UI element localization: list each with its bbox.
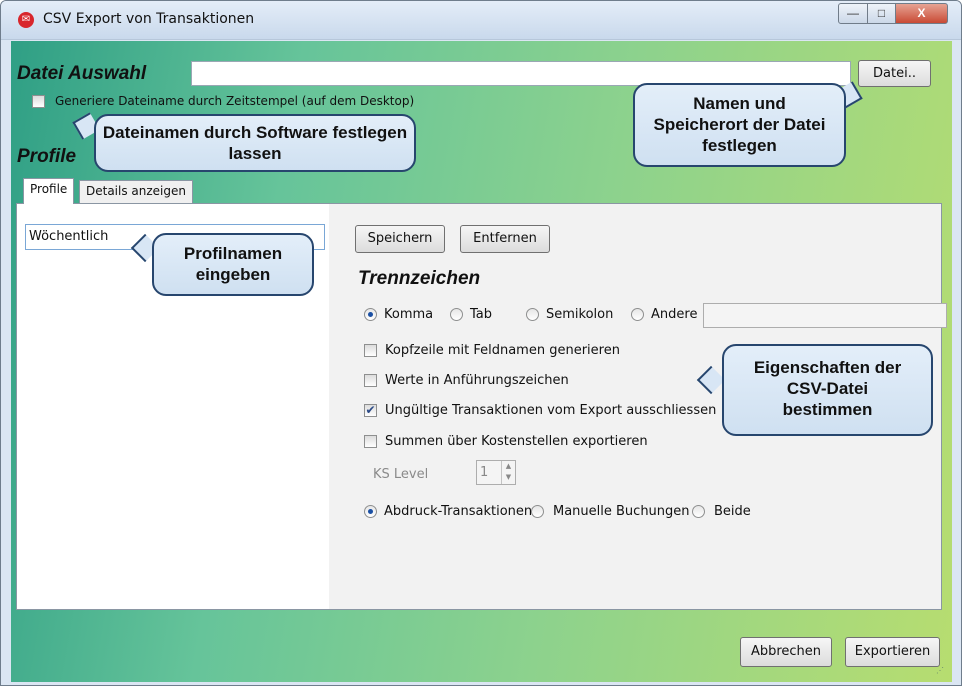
separator-other-input[interactable]: [703, 303, 947, 328]
type-print-radio[interactable]: [364, 505, 377, 518]
title-bar[interactable]: ✉ CSV Export von Transaktionen — □ X: [1, 1, 961, 40]
cost-center-sums-label: Summen über Kostenstellen exportieren: [385, 434, 648, 449]
type-manual-label: Manuelle Buchungen: [553, 504, 690, 519]
callout-properties: Eigenschaften der CSV-Datei bestimmen: [722, 344, 933, 436]
exclude-invalid-checkbox[interactable]: ✔: [364, 404, 377, 417]
callout-filename: Dateinamen durch Software festlegen lass…: [94, 114, 416, 172]
file-section-label: Datei Auswahl: [17, 63, 147, 84]
cancel-button[interactable]: Abbrechen: [740, 637, 832, 667]
separator-tab-radio[interactable]: [450, 308, 463, 321]
browse-file-button[interactable]: Datei..: [858, 60, 931, 87]
separator-other-radio[interactable]: [631, 308, 644, 321]
window-title: CSV Export von Transaktionen: [43, 11, 255, 27]
tab-profile[interactable]: Profile: [23, 178, 75, 204]
header-row-label: Kopfzeile mit Feldnamen generieren: [385, 343, 620, 358]
remove-profile-button[interactable]: Entfernen: [460, 225, 550, 253]
callout-profile: Profilnamen eingeben: [152, 233, 314, 296]
timestamp-filename-checkbox[interactable]: [32, 95, 45, 108]
type-manual-radio[interactable]: [531, 505, 544, 518]
type-both-radio[interactable]: [692, 505, 705, 518]
tab-details[interactable]: Details anzeigen: [79, 180, 193, 203]
separator-tab-label: Tab: [470, 307, 493, 322]
maximize-button[interactable]: □: [867, 3, 896, 24]
separator-semicolon-label: Semikolon: [546, 307, 614, 322]
quoted-values-label: Werte in Anführungszeichen: [385, 373, 569, 388]
export-button[interactable]: Exportieren: [845, 637, 940, 667]
csv-export-window: ✉ CSV Export von Transaktionen — □ X Dat…: [0, 0, 962, 686]
resize-grip-icon[interactable]: ⋰: [936, 666, 948, 678]
quoted-values-checkbox[interactable]: [364, 374, 377, 387]
profile-section-label: Profile: [17, 146, 77, 167]
close-button[interactable]: X: [895, 3, 948, 24]
type-print-label: Abdruck-Transaktionen: [384, 504, 533, 519]
spinner-arrows-icon[interactable]: ▲ ▼: [501, 461, 515, 484]
save-profile-button[interactable]: Speichern: [355, 225, 445, 253]
header-row-checkbox[interactable]: [364, 344, 377, 357]
separator-other-label: Andere: [651, 307, 698, 322]
minimize-button[interactable]: —: [838, 3, 868, 24]
cost-center-sums-checkbox[interactable]: [364, 435, 377, 448]
exclude-invalid-label: Ungültige Transaktionen vom Export aussc…: [385, 403, 717, 418]
callout-location: Namen und Speicherort der Datei festlege…: [633, 83, 846, 167]
separator-comma-label: Komma: [384, 307, 434, 322]
separator-comma-radio[interactable]: [364, 308, 377, 321]
timestamp-filename-label: Generiere Dateiname durch Zeitstempel (a…: [55, 94, 415, 108]
ks-level-label: KS Level: [373, 467, 429, 482]
app-icon: ✉: [18, 12, 34, 28]
separator-semicolon-radio[interactable]: [526, 308, 539, 321]
separator-section-title: Trennzeichen: [358, 268, 481, 289]
type-both-label: Beide: [714, 504, 751, 519]
ks-level-value: 1: [480, 465, 489, 480]
ks-level-spinner[interactable]: 1 ▲ ▼: [476, 460, 516, 485]
